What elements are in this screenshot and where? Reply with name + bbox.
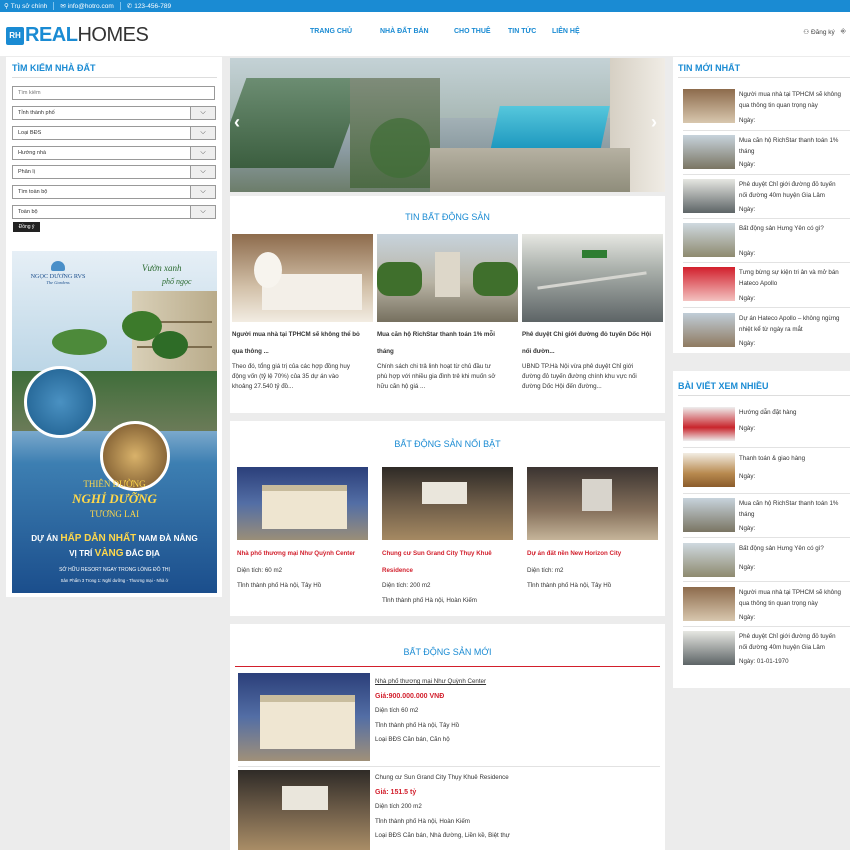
news-image[interactable]: [377, 234, 518, 322]
news-title[interactable]: Phê duyệt Chỉ giới đường đỏ tuyến Dốc Hộ…: [522, 326, 664, 360]
login-icon[interactable]: ⎆: [841, 28, 846, 36]
popular-item[interactable]: Thanh toán & giao hàng: [683, 453, 843, 489]
email-link[interactable]: ✉ info@hotro.com: [60, 2, 113, 11]
news-image[interactable]: [232, 234, 373, 322]
select-category[interactable]: Phân lị ⌵: [12, 165, 216, 179]
account-links: ⚇ Đăng ký ⎆: [803, 28, 846, 36]
latest-item[interactable]: Mua căn hộ RichStar thanh toán 1% tháng: [683, 135, 843, 171]
featured-title[interactable]: Dự án đất nền New Horizon City: [527, 545, 667, 562]
chevron-down-icon: ⌵: [190, 127, 215, 139]
user-icon: ⚇: [803, 29, 810, 36]
select-province[interactable]: Tỉnh thành phố ⌵: [12, 106, 216, 120]
listing-title[interactable]: Chung cư Sun Grand City Thụy Khuê Reside…: [375, 771, 510, 786]
latest-item[interactable]: Người mua nhà tại TPHCM sẽ không qua thôn…: [683, 89, 843, 129]
news-section-title: TIN BẤT ĐỘNG SẢN: [405, 212, 490, 222]
ad-banner[interactable]: NGỌC DƯƠNG RVS The Gardens Vườn xanh phố…: [12, 251, 217, 593]
popular-posts-title: BÀI VIẾT XEM NHIỀU: [678, 381, 769, 391]
featured-image[interactable]: [237, 467, 368, 540]
section-divider: [235, 666, 660, 667]
phone-icon: ✆: [126, 3, 133, 10]
featured-image[interactable]: [527, 467, 658, 540]
top-bar: ⚲ Trụ sở chính ✉ info@hotro.com ✆ 123-456-7…: [0, 0, 850, 12]
map-pin-icon: ⚲: [4, 3, 9, 10]
popular-item[interactable]: Người mua nhà tại TPHCM sẽ không qua thôn…: [683, 587, 843, 623]
popular-item[interactable]: Mua căn hộ RichStar thanh toán 1% tháng: [683, 498, 843, 534]
chevron-down-icon: ⌵: [190, 147, 215, 159]
featured-title[interactable]: Chung cư Sun Grand City Thụy Khuê Residen…: [382, 545, 522, 579]
site-logo[interactable]: RH REAL HOMES: [6, 24, 149, 47]
listing-image[interactable]: [238, 673, 370, 761]
featured-title[interactable]: Nhà phố thương mại Như Quỳnh Center: [237, 545, 377, 562]
select-all[interactable]: Toàn bộ ⌵: [12, 205, 216, 219]
nav-contact[interactable]: LIÊN HỆ: [552, 28, 580, 35]
news-title[interactable]: Người mua nhà tại TPHCM sẽ không thể bỏ q…: [232, 326, 374, 360]
ad-circle-photo: [24, 366, 96, 438]
search-title: TÌM KIẾM NHÀ ĐẤT: [12, 63, 96, 73]
select-property-type[interactable]: Loại BĐS ⌵: [12, 126, 216, 140]
select-scope[interactable]: Tìm toàn bộ ⌵: [12, 185, 216, 199]
slider-prev-icon[interactable]: ‹: [234, 112, 240, 133]
nav-rent[interactable]: CHO THUÊ: [454, 28, 491, 35]
featured-info: Diện tích: m2 Tỉnh thành phố Hà nội, Tây …: [527, 567, 612, 589]
nav-news[interactable]: TIN TỨC: [508, 28, 536, 35]
ad-brand-logo: NGỌC DƯƠNG RVS The Gardens: [20, 261, 96, 285]
news-title[interactable]: Mua căn hộ RichStar thanh toán 1% mỗi thá…: [377, 326, 519, 360]
listing-image[interactable]: [238, 770, 370, 850]
hero-slider[interactable]: [230, 58, 665, 192]
listing-info: Chung cư Sun Grand City Thụy Khuê Reside…: [375, 771, 510, 844]
nav-home[interactable]: TRANG CHỦ: [310, 28, 352, 35]
submit-button[interactable]: Đồng ý: [13, 222, 40, 232]
register-link[interactable]: ⚇ Đăng ký: [803, 28, 835, 36]
chevron-down-icon: ⌵: [190, 206, 215, 218]
news-desc: Theo đó, tổng giá trị của các hợp đồng h…: [232, 363, 350, 390]
latest-item[interactable]: Phê duyệt Chỉ giới đường đỏ tuyến nối đườ…: [683, 179, 843, 215]
featured-section-title: BẤT ĐỘNG SẢN NỔI BẬT: [394, 439, 501, 449]
chevron-down-icon: ⌵: [190, 186, 215, 198]
search-input[interactable]: [12, 86, 215, 100]
latest-item[interactable]: Dự án Hateco Apollo – không ngừng nhiệt k…: [683, 313, 843, 349]
listing-info: Nhà phố thương mại Như Quỳnh Center Giá:…: [375, 675, 486, 748]
popular-item[interactable]: Bất động sản Hưng Yên có gì?: [683, 543, 843, 579]
new-listings-title: BẤT ĐỘNG SẢN MỚI: [403, 647, 492, 657]
news-image[interactable]: [522, 234, 663, 322]
latest-item[interactable]: Tưng bừng sự kiện tri ân và mở bán Hateco…: [683, 267, 843, 303]
news-desc: Chính sách chi trả linh hoạt từ chủ đầu …: [377, 363, 496, 390]
nav-sale[interactable]: NHÀ ĐẤT BÁN: [380, 28, 429, 35]
site-header: RH REAL HOMES TRANG CHỦ NHÀ ĐẤT BÁN CHO T…: [0, 12, 850, 56]
news-desc: UBND TP.Hà Nội vừa phê duyệt Chỉ giới đườ…: [522, 363, 637, 390]
featured-info: Diện tích: 60 m2 Tỉnh thành phố Hà nội, T…: [237, 567, 322, 589]
chevron-down-icon: ⌵: [190, 166, 215, 178]
featured-image[interactable]: [382, 467, 513, 540]
address-item: ⚲ Trụ sở chính: [4, 2, 48, 11]
latest-news-title: TIN MỚI NHẤT: [678, 63, 741, 73]
popular-item[interactable]: Hướng dẫn đặt hàng: [683, 407, 843, 443]
slider-next-icon[interactable]: ›: [651, 112, 657, 133]
mail-icon: ✉: [60, 3, 66, 10]
featured-info: Diện tích: 200 m2 Tỉnh thành phố Hà nội, …: [382, 582, 477, 604]
chevron-down-icon: ⌵: [190, 107, 215, 119]
select-direction[interactable]: Hướng nhà ⌵: [12, 146, 216, 160]
listing-title[interactable]: Nhà phố thương mại Như Quỳnh Center: [375, 675, 486, 690]
latest-item[interactable]: Bất động sản Hưng Yên có gì?: [683, 223, 843, 259]
phone-link[interactable]: ✆ 123-456-789: [126, 2, 171, 11]
logo-mark: RH: [6, 26, 24, 45]
